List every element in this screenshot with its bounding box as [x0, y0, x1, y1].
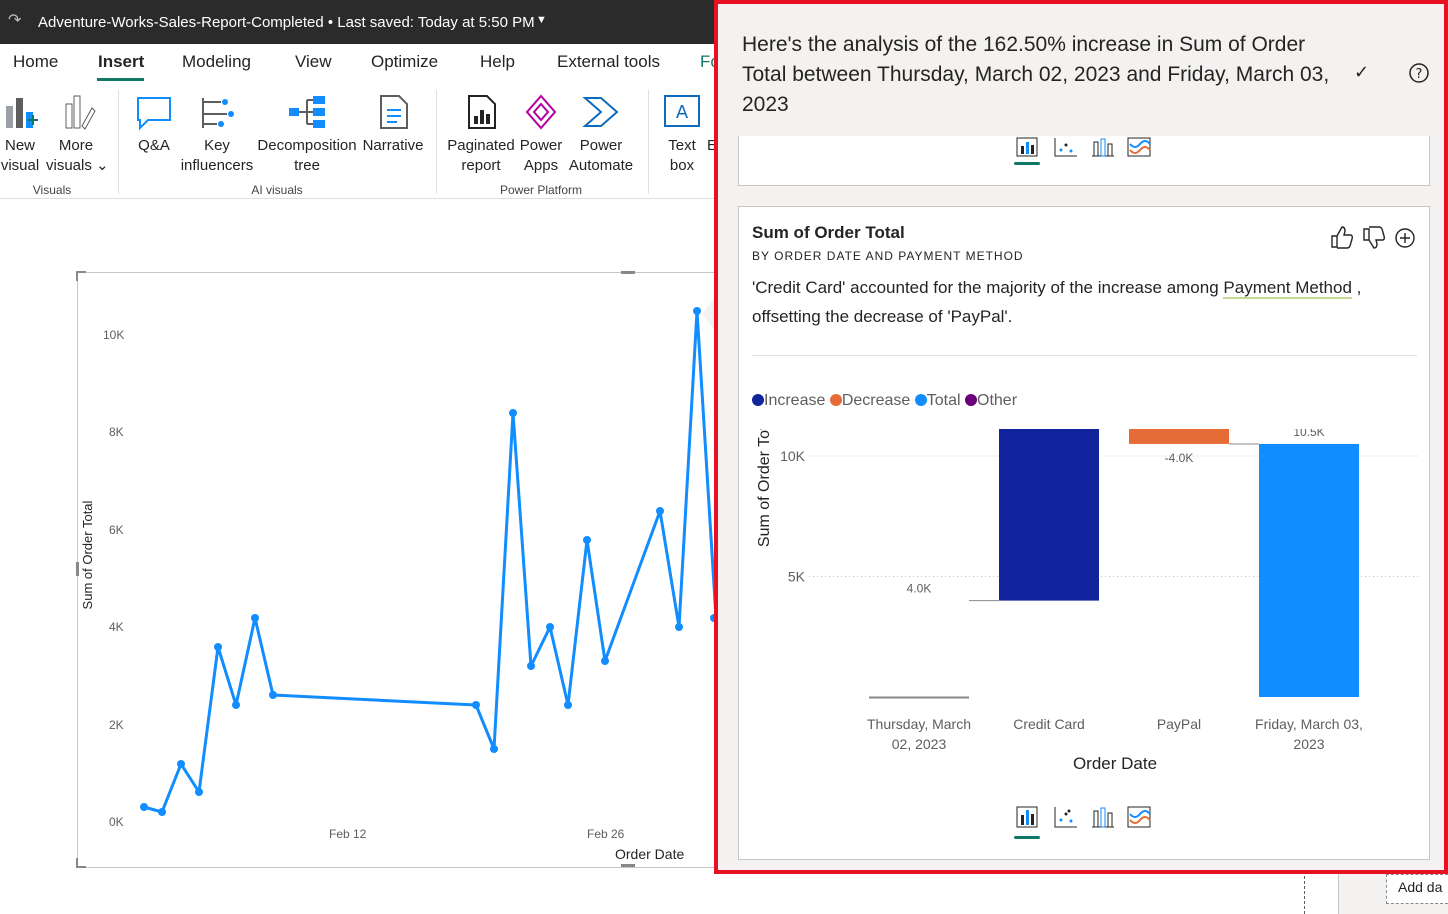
- y-axis-title: Sum of Order Total: [756, 429, 773, 547]
- card-subtitle: BY ORDER DATE AND PAYMENT METHOD: [752, 249, 1024, 263]
- bar-chart-icon[interactable]: [1092, 138, 1114, 157]
- x-tick-label: Credit Card: [1013, 716, 1085, 732]
- scatter-chart-icon[interactable]: [1054, 138, 1077, 157]
- card-actions: [1331, 226, 1415, 249]
- active-chart-type-indicator: [1014, 836, 1040, 839]
- x-axis-title: Order Date: [1073, 754, 1157, 773]
- legend-item-increase[interactable]: Increase: [752, 392, 825, 409]
- legend-dot: [914, 394, 927, 406]
- waterfall-bar: [1129, 429, 1229, 444]
- legend-item-decrease[interactable]: Decrease: [829, 392, 910, 409]
- ribbon-chart-icon[interactable]: [1127, 137, 1151, 157]
- thumbs-up-icon[interactable]: [1331, 226, 1354, 249]
- bar-chart-icon[interactable]: [1092, 807, 1114, 828]
- card-title: Sum of Order Total: [752, 223, 905, 242]
- chart-type-switcher: [1014, 137, 1151, 165]
- scatter-chart-icon[interactable]: [1054, 807, 1077, 828]
- legend-item-total[interactable]: Total: [914, 392, 961, 409]
- payment-method-link[interactable]: Payment Method: [1223, 278, 1352, 299]
- line-series: [143, 309, 716, 814]
- pane-divider: [1304, 876, 1306, 914]
- card-divider: [752, 355, 1417, 356]
- insight-description: 'Credit Card' accounted for the majority…: [752, 278, 1362, 326]
- active-chart-type-indicator: [1014, 162, 1040, 165]
- waterfall-legend: Increase Decrease Total Other: [752, 392, 1017, 410]
- x-tick-label: 02, 2023: [892, 736, 947, 752]
- data-label: 10.5K: [1293, 429, 1324, 439]
- help-icon[interactable]: ?: [1408, 62, 1430, 84]
- data-label: 4.0K: [907, 582, 932, 596]
- y-tick-label: 10K: [780, 448, 806, 464]
- x-tick-label: Thursday, March: [867, 716, 971, 732]
- waterfall-bar: [999, 429, 1099, 601]
- checkmark-icon[interactable]: ✓: [1354, 62, 1369, 83]
- legend-dot: [752, 394, 764, 406]
- column-chart-icon[interactable]: [1016, 806, 1038, 828]
- legend-item-other[interactable]: Other: [965, 392, 1017, 409]
- legend-dot: [965, 394, 978, 406]
- waterfall-chart: 15K10K5K4.0K10.5K-4.0K10.5KThursday, Mar…: [756, 429, 1419, 773]
- y-tick-label: 5K: [788, 569, 806, 585]
- ribbon-chart-icon[interactable]: [1127, 806, 1151, 828]
- data-label: -4.0K: [1165, 451, 1194, 465]
- add-data-field[interactable]: Add da: [1386, 874, 1448, 904]
- x-tick-label: Friday, March 03,: [1255, 716, 1363, 732]
- line-markers: [140, 307, 716, 816]
- main-line-chart: [140, 296, 716, 816]
- legend-dot: [829, 394, 842, 406]
- x-tick-label: 2023: [1293, 736, 1324, 752]
- add-icon[interactable]: [1395, 228, 1415, 248]
- column-chart-icon[interactable]: [1016, 137, 1038, 157]
- analysis-panel: Here's the analysis of the 162.50% incre…: [714, 0, 1448, 874]
- x-tick-label: PayPal: [1157, 716, 1201, 732]
- insight-card: Sum of Order Total BY ORDER DATE AND PAY…: [738, 206, 1430, 860]
- panel-title: Here's the analysis of the 162.50% incre…: [742, 33, 1330, 116]
- waterfall-bar: [1259, 443, 1359, 697]
- svg-text:?: ?: [1416, 67, 1423, 82]
- chart-type-switcher: [1014, 806, 1151, 839]
- previous-insight-card: [738, 136, 1430, 186]
- thumbs-down-icon[interactable]: [1363, 226, 1386, 249]
